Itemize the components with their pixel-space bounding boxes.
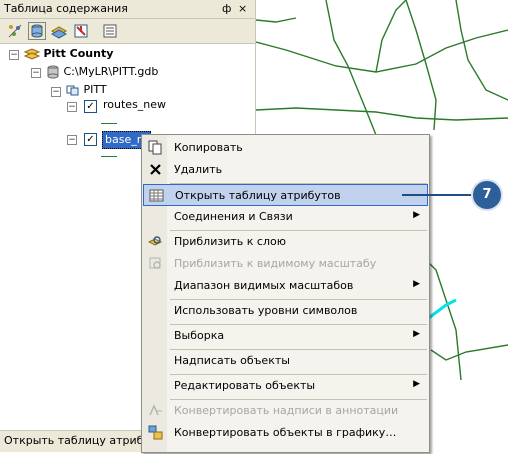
- menu-item-convert-labels-label: Конвертировать надписи в аннотации: [174, 404, 399, 417]
- menu-item-symbol-levels-label: Использовать уровни символов: [174, 304, 358, 317]
- copy-icon: [148, 140, 163, 155]
- menu-item-visible-scale-range-label: Диапазон видимых масштабов: [174, 279, 354, 292]
- tree-root[interactable]: Pitt County: [23, 46, 114, 62]
- menu-item-zoom-to-layer-label: Приблизить к слою: [174, 235, 286, 248]
- zoom-to-visible-scale-icon: [148, 256, 163, 271]
- toc-title: Таблица содержания: [4, 2, 128, 15]
- collapse-dataset-icon[interactable]: −: [51, 87, 61, 97]
- toc-title-bar: Таблица содержания ф ×: [0, 0, 255, 19]
- tree-dataset-label: PITT: [83, 83, 107, 96]
- tree-root-label: Pitt County: [43, 47, 114, 60]
- submenu-arrow-icon: ▶: [413, 210, 420, 220]
- close-icon[interactable]: ×: [238, 2, 247, 15]
- tree-database[interactable]: C:\MyLR\PITT.gdb: [46, 64, 158, 80]
- menu-item-joins-relates[interactable]: Соединения и Связи ▶: [143, 206, 428, 228]
- submenu-arrow-icon: ▶: [413, 379, 420, 389]
- layers-icon: [23, 48, 41, 60]
- delete-icon: [148, 162, 163, 177]
- database-icon: [47, 65, 59, 79]
- collapse-layer-base-icon[interactable]: −: [67, 135, 77, 145]
- menu-item-label-features[interactable]: Надписать объекты: [143, 350, 428, 372]
- menu-item-delete-label: Удалить: [174, 163, 223, 176]
- list-by-selection-icon[interactable]: [72, 22, 90, 40]
- zoom-to-layer-icon: [147, 234, 163, 249]
- layer-routes-checkbox[interactable]: ✓: [84, 100, 97, 113]
- menu-item-open-attribute-table[interactable]: Открыть таблицу атрибутов: [143, 184, 428, 206]
- layer-routes-label: routes_new: [103, 98, 167, 111]
- base-symbol-icon: [101, 156, 117, 157]
- step-callout-badge: 7: [471, 179, 503, 211]
- menu-item-zoom-to-visible-scale[interactable]: Приблизить к видимому масштабу: [143, 253, 428, 275]
- menu-item-open-attribute-table-label: Открыть таблицу атрибутов: [175, 189, 341, 202]
- table-icon: [149, 188, 164, 203]
- tree-dataset[interactable]: PITT: [66, 82, 107, 98]
- menu-item-edit-features[interactable]: Редактировать объекты ▶: [143, 375, 428, 397]
- menu-item-copy-label: Копировать: [174, 141, 243, 154]
- menu-item-convert-features-label: Конвертировать объекты в графику…: [174, 426, 397, 439]
- menu-item-edit-features-label: Редактировать объекты: [174, 379, 316, 392]
- menu-item-joins-relates-label: Соединения и Связи: [174, 210, 293, 223]
- convert-labels-icon: [148, 403, 163, 418]
- layer-base-checkbox[interactable]: ✓: [84, 133, 97, 146]
- list-by-visibility-icon[interactable]: [50, 22, 68, 40]
- tree-database-label: C:\MyLR\PITT.gdb: [63, 65, 159, 78]
- feature-dataset-icon: [66, 85, 79, 96]
- menu-item-visible-scale-range[interactable]: Диапазон видимых масштабов ▶: [143, 275, 428, 297]
- options-icon[interactable]: [101, 22, 119, 40]
- menu-item-copy[interactable]: Копировать: [143, 137, 428, 159]
- collapse-root-icon[interactable]: −: [9, 50, 19, 60]
- toc-toolbar: [0, 19, 255, 44]
- menu-item-symbol-levels[interactable]: Использовать уровни символов: [143, 300, 428, 322]
- collapse-database-icon[interactable]: −: [31, 68, 41, 78]
- menu-item-selection[interactable]: Выборка ▶: [143, 325, 428, 347]
- menu-item-convert-features[interactable]: Конвертировать объекты в графику…: [143, 422, 428, 444]
- list-by-drawing-order-icon[interactable]: [6, 22, 24, 40]
- layer-context-menu: Копировать Удалить Открыть таблицу атриб…: [141, 134, 430, 453]
- pin-icon[interactable]: ф: [222, 2, 231, 15]
- list-by-source-icon[interactable]: [28, 22, 46, 40]
- menu-item-delete[interactable]: Удалить: [143, 159, 428, 181]
- routes-symbol-icon: [101, 123, 117, 124]
- callout-leader-line: [402, 194, 472, 196]
- convert-features-icon: [148, 425, 163, 440]
- menu-item-convert-labels[interactable]: Конвертировать надписи в аннотации: [143, 400, 428, 422]
- collapse-layer-routes-icon[interactable]: −: [67, 102, 77, 112]
- menu-item-zoom-to-layer[interactable]: Приблизить к слою: [143, 231, 428, 253]
- menu-item-label-features-label: Надписать объекты: [174, 354, 290, 367]
- submenu-arrow-icon: ▶: [413, 329, 420, 339]
- menu-item-selection-label: Выборка: [174, 329, 225, 342]
- layer-routes-new[interactable]: routes_new: [103, 97, 166, 113]
- menu-item-zoom-to-visible-scale-label: Приблизить к видимому масштабу: [174, 257, 377, 270]
- submenu-arrow-icon: ▶: [413, 279, 420, 289]
